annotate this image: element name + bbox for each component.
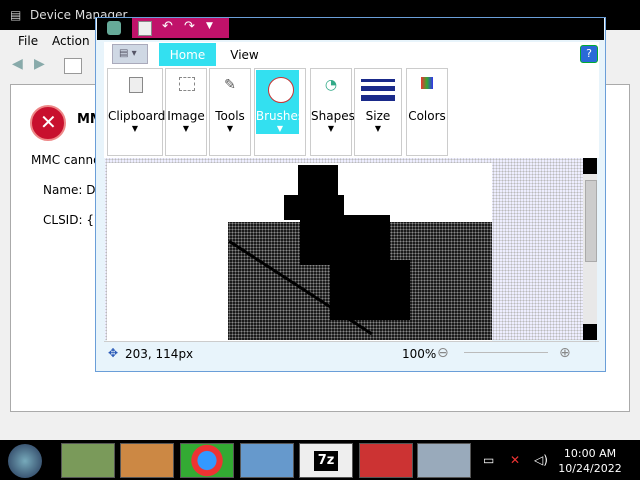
- paint-app-icon[interactable]: [107, 21, 121, 35]
- clipboard-label: Clipboard: [108, 109, 166, 123]
- taskbar-chrome[interactable]: [180, 443, 234, 478]
- chevron-down-icon: ▼: [182, 124, 190, 133]
- file-menu-button[interactable]: ▤ ▾: [112, 44, 148, 64]
- taskbar-toolbox[interactable]: [359, 443, 413, 478]
- group-size[interactable]: Size ▼: [354, 68, 402, 156]
- colors-label: Colors: [408, 109, 446, 123]
- action-center-icon[interactable]: ▭: [483, 453, 494, 467]
- clock-date: 10/24/2022: [558, 462, 622, 475]
- taskbar-paint[interactable]: [417, 443, 471, 478]
- group-image[interactable]: Image ▼: [165, 68, 207, 156]
- canvas-blob: [298, 165, 338, 195]
- taskbar-network-app[interactable]: [240, 443, 294, 478]
- group-shapes[interactable]: ◔ Shapes ▼: [310, 68, 355, 156]
- scroll-up-button[interactable]: [583, 158, 597, 174]
- palette-icon: [421, 77, 433, 89]
- status-bar: ✥ 203, 114px 100% ⊖ ⊕: [104, 341, 599, 366]
- customize-dropdown-icon[interactable]: ▼: [206, 21, 213, 31]
- error-message: MMC canno: [31, 153, 101, 167]
- move-cursor-icon: ✥: [108, 346, 119, 360]
- file-menu-icon: ▤ ▾: [119, 48, 137, 59]
- group-tools[interactable]: ✎ Tools ▼: [209, 68, 251, 156]
- back-arrow-icon[interactable]: ◀: [12, 56, 23, 72]
- properties-icon[interactable]: [64, 58, 82, 74]
- start-orb-icon[interactable]: [8, 444, 42, 478]
- tools-icon: ✎: [224, 77, 236, 93]
- vertical-scrollbar[interactable]: [583, 158, 597, 340]
- shapes-label: Shapes: [311, 109, 355, 123]
- device-manager-icon: ▤: [10, 8, 22, 22]
- quick-access-toolbar: ↶ ↷ ▼: [132, 18, 229, 38]
- save-icon[interactable]: [138, 21, 152, 36]
- error-icon: [30, 105, 66, 141]
- chevron-down-icon: ▼: [374, 124, 382, 133]
- chevron-down-icon: ▼: [226, 124, 234, 133]
- taskbar-explorer[interactable]: [61, 443, 115, 478]
- scroll-thumb[interactable]: [585, 180, 597, 262]
- volume-icon[interactable]: ◁): [534, 453, 548, 467]
- shapes-icon: ◔: [324, 77, 338, 93]
- redo-icon[interactable]: ↷: [184, 19, 195, 34]
- menu-action[interactable]: Action: [52, 34, 90, 48]
- zoom-slider[interactable]: [464, 352, 548, 353]
- brushes-label: Brushes: [255, 109, 305, 123]
- chevron-down-icon: ▼: [327, 124, 335, 133]
- chevron-down-icon: ▼: [276, 124, 284, 133]
- group-colors[interactable]: Colors: [406, 68, 448, 156]
- help-icon[interactable]: ?: [580, 45, 598, 63]
- canvas-blob: [330, 260, 410, 320]
- size-label: Size: [365, 109, 391, 123]
- scroll-down-button[interactable]: [583, 324, 597, 340]
- size-icon: [361, 79, 395, 82]
- tab-view[interactable]: View: [222, 43, 267, 67]
- menu-file[interactable]: File: [18, 34, 38, 48]
- tab-home[interactable]: Home: [159, 43, 216, 67]
- forward-arrow-icon[interactable]: ▶: [34, 56, 45, 72]
- tools-label: Tools: [215, 109, 245, 123]
- system-clock[interactable]: 10:00 AM 10/24/2022: [555, 446, 625, 476]
- clock-time: 10:00 AM: [563, 447, 617, 460]
- taskbar-media-player[interactable]: [120, 443, 174, 478]
- zoom-out-icon[interactable]: ⊖: [437, 345, 449, 361]
- group-clipboard[interactable]: Clipboard ▼: [107, 68, 166, 156]
- image-label: Image: [167, 109, 205, 123]
- 7zip-icon: 7z: [314, 451, 338, 471]
- cursor-coordinates: 203, 114px: [125, 347, 194, 361]
- select-icon: [179, 77, 195, 91]
- zoom-level: 100%: [402, 347, 437, 361]
- error-name-line: Name: De: [43, 183, 103, 197]
- taskbar-7zip[interactable]: 7z: [299, 443, 353, 478]
- canvas-blob: [300, 215, 390, 265]
- zoom-in-icon[interactable]: ⊕: [559, 345, 571, 361]
- network-error-icon[interactable]: ✕: [510, 453, 520, 467]
- brush-icon: [268, 77, 294, 103]
- group-brushes[interactable]: Brushes ▼: [254, 68, 306, 156]
- clipboard-icon: [129, 77, 143, 93]
- undo-icon[interactable]: ↶: [162, 19, 173, 34]
- chevron-down-icon: ▼: [131, 124, 139, 133]
